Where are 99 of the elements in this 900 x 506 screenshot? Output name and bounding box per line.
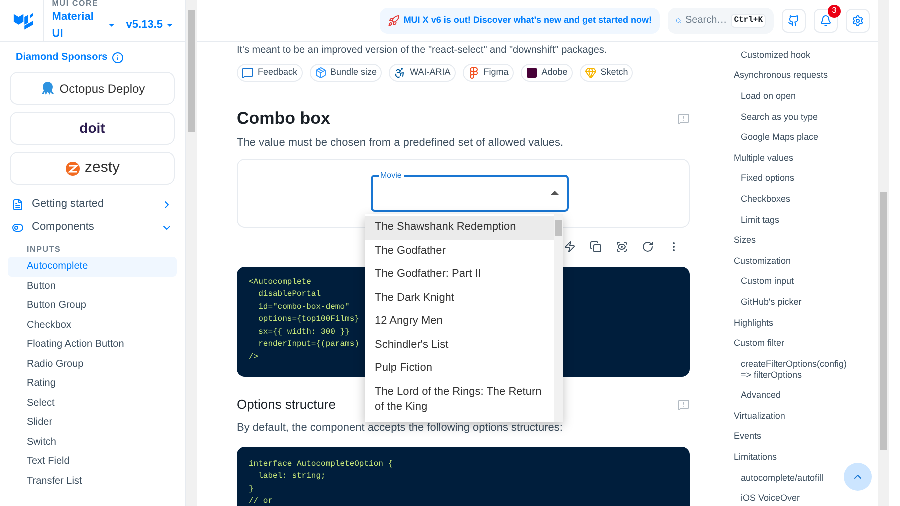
toc-link[interactable]: Google Maps place: [734, 127, 846, 148]
document-icon: [12, 198, 24, 210]
toc-link[interactable]: Customization: [734, 250, 878, 272]
toc-link[interactable]: Custom filter: [734, 333, 878, 354]
toc-link[interactable]: Multiple values: [734, 148, 878, 169]
section-label: INPUTS: [26, 244, 62, 256]
focus-frame-icon[interactable]: [616, 241, 628, 254]
section-description: The value must be chosen from a predefined set of allowed values.: [237, 136, 565, 150]
nav-link[interactable]: Button: [8, 276, 177, 296]
toc-link[interactable]: Limit tags: [734, 210, 846, 230]
link-chip[interactable]: Bundle size: [310, 64, 382, 82]
option-item[interactable]: The Lord of the Rings: The Return of the King: [365, 380, 554, 420]
toc-link[interactable]: Custom input: [734, 272, 846, 292]
nav-item[interactable]: Components: [8, 216, 177, 239]
nav-link[interactable]: Select: [8, 394, 177, 413]
logo-icon[interactable]: [12, 10, 36, 30]
toc-link[interactable]: Fixed options: [734, 168, 846, 190]
toc-link[interactable]: GitHub's picker: [734, 292, 846, 313]
search-field[interactable]: Search… Ctrl+K: [668, 8, 774, 34]
option-item[interactable]: The Godfather: [365, 240, 554, 263]
announcement-banner[interactable]: MUI X v6 is out! Discover what's new and get started now!: [380, 8, 660, 34]
toc-link[interactable]: createFilterOptions(config) => filterOptions: [734, 354, 846, 386]
notification-badge: 3: [828, 4, 841, 18]
toc-link[interactable]: Highlights: [734, 312, 878, 334]
github-icon: [788, 14, 800, 26]
toc-link[interactable]: autocomplete/autofill: [734, 468, 846, 488]
toc-link[interactable]: Events: [734, 426, 878, 448]
toggle-icon: [12, 222, 24, 234]
link-chip[interactable]: Sketch: [580, 64, 634, 82]
sponsor-card[interactable]: Octopus Deploy: [10, 72, 175, 105]
figma-icon: [468, 67, 480, 79]
toc-link[interactable]: Limitations: [734, 447, 878, 468]
toc-link[interactable]: Customized hook: [734, 45, 878, 66]
scrollbar[interactable]: [554, 214, 563, 422]
nav-link[interactable]: Autocomplete: [8, 257, 177, 276]
toc-link[interactable]: Virtualization: [734, 406, 878, 427]
nav-link[interactable]: Rating: [8, 374, 177, 394]
scrollbar[interactable]: [186, 0, 197, 506]
lightning-icon[interactable]: [564, 241, 576, 254]
version-select[interactable]: v5.13.5: [126, 9, 173, 42]
settings-button[interactable]: [846, 8, 870, 32]
sponsor-name: zesty: [84, 158, 120, 178]
zesty-logo-icon: [64, 160, 81, 176]
option-item[interactable]: 12 Angry Men: [365, 310, 554, 334]
caret-down-icon: [108, 24, 114, 27]
accessibility-icon: [394, 67, 406, 79]
nav-link[interactable]: Button Group: [8, 296, 177, 316]
link-chip[interactable]: Figma: [462, 64, 514, 82]
sponsor-card[interactable]: doit: [10, 112, 175, 145]
nav-link[interactable]: Text Field: [8, 452, 177, 472]
nav-link[interactable]: Checkbox: [8, 316, 177, 335]
option-item[interactable]: The Dark Knight: [365, 286, 554, 310]
feedback-icon[interactable]: [678, 398, 690, 411]
nav-link[interactable]: Slider: [8, 413, 177, 432]
section-heading: Combo box: [237, 108, 330, 130]
toc-link[interactable]: iOS VoiceOver: [734, 488, 846, 506]
toc-link[interactable]: Load on open: [734, 86, 846, 107]
subsection-heading: Options structure: [237, 396, 336, 414]
nav-link[interactable]: Transfer List: [8, 472, 177, 491]
brand-label: MUI CORE: [52, 0, 100, 9]
settings-icon: [852, 14, 864, 26]
product-select[interactable]: Material UI: [52, 9, 114, 42]
rocket-icon: [388, 14, 400, 26]
sponsor-name: doit: [80, 119, 106, 138]
link-chip[interactable]: Feedback: [237, 64, 303, 82]
sponsor-name: Octopus Deploy: [60, 80, 146, 98]
sponsors-title: Diamond Sponsors: [16, 51, 108, 65]
toc-link[interactable]: Search as you type: [734, 106, 846, 128]
bell-icon: [820, 14, 832, 26]
toc-link[interactable]: Checkboxes: [734, 189, 846, 210]
refresh-icon[interactable]: [642, 241, 654, 254]
caret-up-icon: [550, 191, 558, 196]
copy-icon[interactable]: [590, 241, 602, 254]
chat-icon: [242, 67, 254, 79]
github-button[interactable]: [782, 8, 806, 32]
toc-link[interactable]: Asynchronous requests: [734, 66, 878, 86]
gem-icon: [584, 67, 597, 79]
package-icon: [314, 67, 327, 79]
nav-link[interactable]: Radio Group: [8, 354, 177, 374]
nav-item[interactable]: Getting started: [8, 193, 177, 216]
feedback-icon[interactable]: [678, 112, 690, 125]
square-icon: [526, 67, 538, 79]
sponsor-card[interactable]: zesty: [10, 152, 175, 185]
link-chip[interactable]: Adobe: [520, 64, 573, 82]
subsection-description: By default, the component accepts the following options structures:: [237, 421, 564, 436]
nav-link[interactable]: Floating Action Button: [8, 335, 177, 354]
toc-link[interactable]: Advanced: [734, 386, 846, 406]
caret-down-icon: [167, 24, 173, 27]
toc-link[interactable]: Sizes: [734, 230, 878, 251]
option-item[interactable]: The Shawshank Redemption: [365, 216, 554, 240]
option-item[interactable]: Schindler's List: [365, 334, 554, 357]
info-icon[interactable]: [112, 52, 124, 64]
intro-text: It's meant to be an improved version of the "react-select" and "downshift" packages.: [237, 44, 608, 58]
nav-link[interactable]: Switch: [8, 432, 177, 452]
scrollbar[interactable]: [878, 0, 889, 506]
code-block: interface AutocompleteOption { label: string; } // or: [237, 446, 690, 506]
octopus-icon: [40, 80, 56, 96]
link-chip[interactable]: WAI-ARIA: [389, 64, 456, 82]
shortcut-key: Ctrl+K: [731, 14, 766, 28]
